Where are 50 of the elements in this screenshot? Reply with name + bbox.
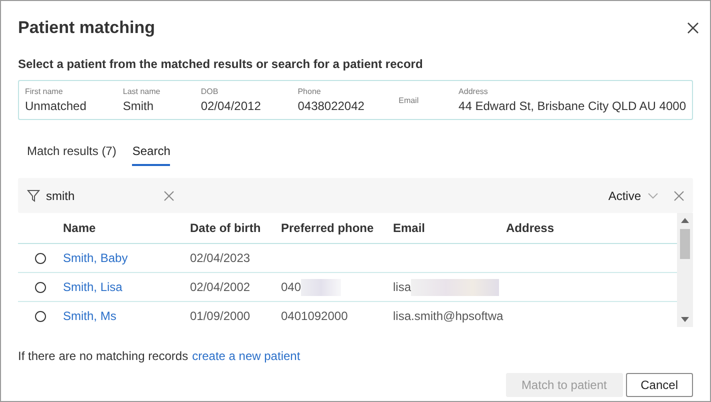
radio-button[interactable] (35, 282, 46, 292)
filter-icon (27, 189, 40, 202)
radio-button[interactable] (35, 310, 46, 322)
patient-link[interactable]: Smith, Lisa (63, 280, 122, 294)
scroll-up-icon[interactable] (681, 218, 689, 223)
table-cell: 0401092000 (281, 309, 348, 323)
redacted-block (301, 278, 342, 296)
field-value: 0438022042 (298, 99, 366, 113)
field-value: Smith (122, 99, 155, 113)
column-header: Preferred phone (281, 221, 375, 235)
cancel-button[interactable]: Cancel (626, 373, 693, 397)
patient-link[interactable]: Smith, Ms (63, 309, 116, 323)
field-label: Email (398, 96, 420, 104)
scroll-down-icon[interactable] (681, 317, 689, 322)
column-header: Address (506, 221, 556, 235)
field-value: 44 Edward St, Brisbane City QLD AU 4000 (458, 99, 686, 113)
scrollbar[interactable] (677, 213, 693, 327)
close-icon[interactable] (687, 22, 699, 34)
field-label: DOB (200, 87, 220, 96)
field-label: Phone (298, 87, 322, 96)
instruction-text: Select a patient from the matched results or search for a patient record (18, 57, 424, 71)
column-header: Email (393, 221, 426, 235)
clear-icon[interactable] (164, 190, 174, 200)
patient-link[interactable]: Smith, Baby (63, 251, 128, 265)
table-cell: lisa (393, 280, 412, 294)
status-dropdown[interactable]: Active (608, 188, 658, 202)
table-cell: 02/04/2023 (190, 251, 250, 265)
tab[interactable]: Match results (7) (27, 144, 116, 166)
tab[interactable]: Search (132, 144, 170, 166)
table-cell: 040 (281, 280, 302, 294)
table-row[interactable]: Smith, Baby 02/04/2023 (18, 244, 677, 273)
footer-text: If there are no matching records (18, 349, 188, 363)
field-label: First name (25, 87, 64, 96)
search-field[interactable]: smith (46, 188, 164, 202)
column-header: Name (63, 221, 97, 235)
chevron-down-icon (648, 192, 658, 198)
radio-button[interactable] (35, 252, 46, 264)
dialog-title: Patient matching (18, 18, 155, 38)
field-value: 02/04/2012 (200, 99, 262, 113)
field-value: Unmatched (25, 99, 88, 113)
table-cell: lisa.smith@hpsoftwa (393, 309, 504, 323)
table-cell: 02/04/2002 (190, 280, 250, 294)
column-header: Date of birth (190, 221, 262, 235)
create-patient-link[interactable]: create a new patient (192, 349, 300, 363)
table-cell: 01/09/2000 (190, 309, 250, 323)
table-row[interactable]: Smith, Ms 01/09/2000 0401092000 lisa.smith@hpsoftwa (18, 302, 677, 327)
field-label: Last name (122, 87, 162, 96)
table-row[interactable]: Smith, Lisa 02/04/2002 040 lisa (18, 273, 677, 302)
scrollbar-thumb[interactable] (680, 229, 690, 259)
field-label: Address (458, 87, 489, 96)
